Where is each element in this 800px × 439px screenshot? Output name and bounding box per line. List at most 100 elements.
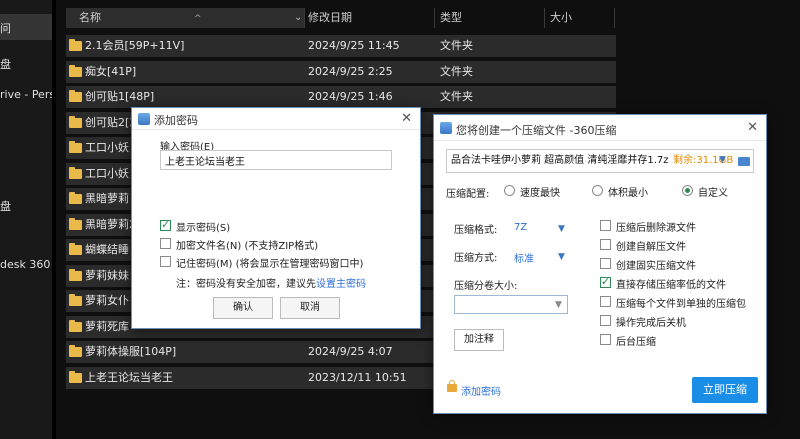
folder-icon bbox=[69, 345, 82, 357]
file-name: 萝莉女仆 bbox=[85, 294, 129, 307]
confirm-button[interactable]: 确认 bbox=[213, 297, 273, 319]
option-checkbox[interactable] bbox=[600, 239, 611, 250]
folder-icon bbox=[69, 243, 82, 255]
add-password-link[interactable]: 添加密码 bbox=[461, 383, 501, 398]
remember-password-checkbox[interactable] bbox=[160, 256, 171, 267]
radio-custom-label: 自定义 bbox=[698, 188, 728, 199]
radio-custom[interactable] bbox=[682, 185, 693, 196]
encrypt-filenames-label: 加密文件名(N) (不支持ZIP格式) bbox=[176, 241, 319, 252]
file-date: 2023/12/11 10:51 bbox=[308, 370, 407, 384]
navigation-pane: 问 盘 rive - Perso 盘 desk 360 bbox=[0, 0, 56, 439]
radio-smallest-label: 体积最小 bbox=[608, 188, 648, 199]
cancel-button[interactable]: 取消 bbox=[280, 297, 340, 319]
nav-item[interactable]: 盘 bbox=[0, 56, 11, 72]
folder-icon bbox=[69, 39, 82, 51]
folder-icon bbox=[69, 319, 82, 332]
option-checkbox[interactable] bbox=[600, 220, 611, 231]
radio-fastest-label: 速度最快 bbox=[520, 188, 560, 199]
file-name: 2.1会员[59P+11V] bbox=[85, 39, 185, 52]
column-header: 名称 ^ ⌄ 修改日期 类型 大小 bbox=[56, 0, 800, 34]
radio-fastest[interactable] bbox=[504, 185, 515, 196]
config-label: 压缩配置: bbox=[446, 189, 490, 200]
show-password-label: 显示密码(S) bbox=[176, 223, 231, 234]
file-name: 黑暗萝莉2 bbox=[85, 217, 136, 231]
nav-item[interactable]: 问 bbox=[0, 20, 11, 36]
radio-smallest[interactable] bbox=[592, 185, 603, 196]
option-label: 压缩后删除源文件 bbox=[616, 223, 696, 234]
file-name: 黑暗萝莉 bbox=[85, 192, 129, 205]
chevron-down-icon[interactable]: ▼ bbox=[558, 252, 565, 262]
method-select[interactable]: 标准 bbox=[514, 250, 534, 265]
column-separator[interactable] bbox=[544, 8, 545, 28]
add-comment-button[interactable]: 加注释 bbox=[454, 329, 504, 351]
column-separator[interactable] bbox=[614, 8, 615, 28]
column-date[interactable]: 修改日期 bbox=[308, 8, 352, 28]
close-icon[interactable]: ✕ bbox=[747, 120, 758, 135]
nav-item[interactable]: desk 360 bbox=[0, 258, 50, 271]
dialog-titlebar[interactable]: 添加密码 ✕ bbox=[132, 108, 420, 130]
file-date: 2024/9/25 2:25 bbox=[308, 64, 393, 78]
file-name: 上老王论坛当老王 bbox=[85, 370, 173, 384]
file-name: 萝莉妹妹 bbox=[85, 268, 129, 282]
encrypt-filenames-checkbox[interactable] bbox=[160, 238, 171, 249]
dialog-titlebar[interactable]: 您将创建一个压缩文件 -360压缩 ✕ bbox=[434, 115, 766, 141]
file-row[interactable]: 创可贴1[48P] 2024/9/25 1:46 文件夹 bbox=[66, 86, 616, 108]
add-password-dialog: 添加密码 ✕ 输入密码(E) 显示密码(S) 加密文件名(N) (不支持ZIP格… bbox=[131, 107, 421, 329]
nav-item[interactable]: rive - Perso bbox=[0, 88, 56, 101]
file-type: 文件夹 bbox=[440, 39, 473, 52]
option-checkbox[interactable] bbox=[600, 275, 611, 288]
security-note-text: 注：密码没有安全加密，建议先 bbox=[176, 279, 316, 290]
column-separator[interactable] bbox=[304, 8, 305, 28]
option-label: 创建固实压缩文件 bbox=[616, 261, 696, 272]
option-label: 创建自解压文件 bbox=[616, 242, 686, 253]
column-type[interactable]: 类型 bbox=[440, 8, 462, 28]
dialog-title: 添加密码 bbox=[154, 114, 198, 127]
file-type: 文件夹 bbox=[440, 64, 473, 78]
lock-icon bbox=[447, 380, 457, 392]
file-date: 2024/9/25 11:45 bbox=[308, 39, 400, 52]
file-name: 萝莉死库 bbox=[85, 319, 129, 333]
option-checkbox[interactable] bbox=[600, 315, 611, 326]
nav-item[interactable]: 盘 bbox=[0, 198, 11, 214]
folder-icon bbox=[69, 166, 82, 179]
file-name: 痴女[41P] bbox=[85, 64, 137, 78]
folder-icon bbox=[69, 115, 82, 128]
file-row[interactable]: 痴女[41P] 2024/9/25 2:25 文件夹 bbox=[66, 60, 616, 83]
volume-size-select[interactable]: ▼ bbox=[454, 295, 568, 314]
format-label: 压缩格式: bbox=[454, 225, 498, 236]
volume-size-label: 压缩分卷大小: bbox=[454, 281, 518, 292]
option-checkbox[interactable] bbox=[600, 334, 611, 345]
option-checkbox[interactable] bbox=[600, 258, 611, 269]
file-date: 2024/9/25 1:46 bbox=[308, 90, 393, 103]
column-size[interactable]: 大小 bbox=[550, 8, 572, 28]
file-name: 创可贴1[48P] bbox=[85, 90, 155, 103]
dropdown-caret-icon[interactable]: ▼ bbox=[719, 155, 726, 165]
file-row[interactable]: 2.1会员[59P+11V] 2024/9/25 11:45 文件夹 bbox=[66, 35, 616, 57]
set-master-password-link[interactable]: 设置主密码 bbox=[316, 279, 366, 290]
security-note: 注：密码没有安全加密，建议先设置主密码 bbox=[176, 275, 366, 290]
create-archive-dialog: 您将创建一个压缩文件 -360压缩 ✕ 品合法卡哇伊小萝莉 超高颜值 清纯淫靡并… bbox=[433, 114, 767, 414]
chevron-down-icon[interactable]: ▼ bbox=[558, 224, 565, 234]
file-name: 创可贴2[3 bbox=[85, 115, 137, 129]
format-select[interactable]: 7Z bbox=[514, 222, 527, 233]
close-icon[interactable]: ✕ bbox=[401, 111, 412, 126]
chevron-down-icon: ⌄ bbox=[294, 12, 303, 23]
compress-now-button[interactable]: 立即压缩 bbox=[692, 377, 758, 403]
option-checkbox[interactable] bbox=[600, 296, 611, 307]
column-name-label: 名称 bbox=[79, 11, 101, 24]
password-input[interactable] bbox=[160, 150, 392, 170]
column-name[interactable]: 名称 ^ ⌄ bbox=[66, 8, 304, 28]
folder-icon bbox=[69, 64, 82, 77]
pane-divider[interactable] bbox=[52, 0, 56, 439]
file-name: 工口小妖 bbox=[85, 141, 129, 154]
browse-folder-icon[interactable] bbox=[738, 157, 750, 166]
app-icon bbox=[440, 122, 452, 134]
show-password-checkbox[interactable] bbox=[160, 218, 171, 231]
column-separator[interactable] bbox=[434, 8, 435, 28]
chevron-down-icon: ▼ bbox=[555, 300, 562, 310]
folder-icon bbox=[69, 141, 82, 153]
option-label: 后台压缩 bbox=[616, 337, 656, 348]
folder-icon bbox=[69, 268, 82, 281]
file-name: 工口小妖 bbox=[85, 166, 129, 180]
file-name: 蝴蝶结睡 bbox=[85, 243, 129, 256]
